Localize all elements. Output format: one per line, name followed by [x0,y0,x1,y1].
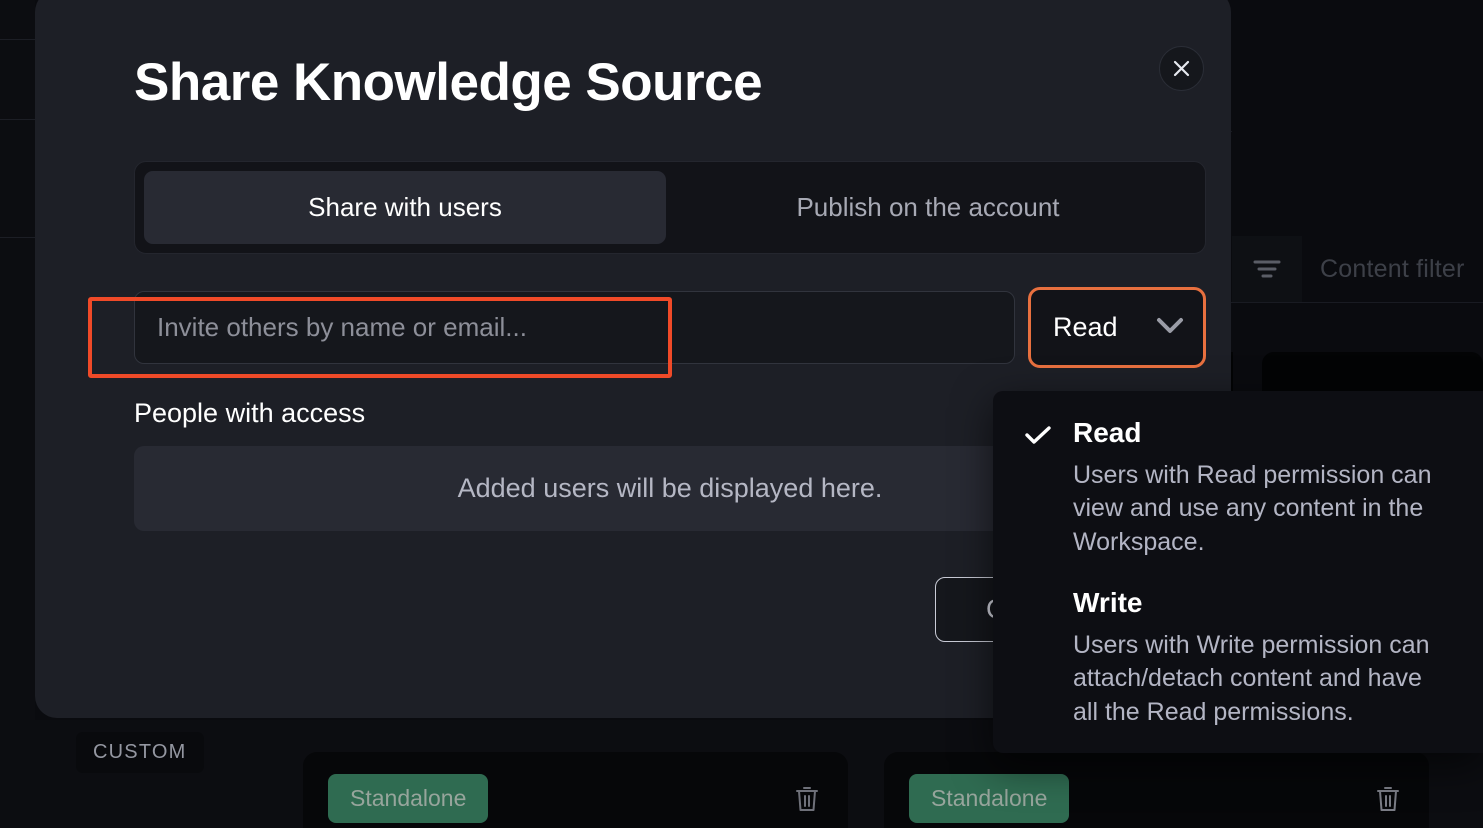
permission-option-name: Read [1073,417,1142,448]
content-card-2[interactable]: Standalone [884,752,1429,828]
standalone-badge: Standalone [909,774,1070,823]
standalone-badge: Standalone [328,774,489,823]
permission-option-name: Write [1073,586,1143,618]
background-card-stub-right [1262,352,1483,392]
close-icon[interactable] [1159,46,1204,91]
custom-badge: CUSTOM [76,732,204,773]
app-root: Content filter CUSTOM Standalone Standal… [0,0,1483,828]
content-filter-toolbar[interactable]: Content filter [1232,236,1483,302]
tab-publish-on-the-account[interactable]: Publish on the account [666,171,1190,244]
invite-input[interactable]: Invite others by name or email... [134,291,1015,364]
tab-share-with-users[interactable]: Share with users [144,171,666,244]
chevron-down-icon [1156,317,1184,339]
content-card-1[interactable]: Standalone [303,752,848,828]
background-left-rail [0,0,35,828]
content-filter-label: Content filter [1320,254,1465,283]
filter-icon[interactable] [1232,236,1302,302]
permission-option-description: Users with Write permission can attach/d… [1073,631,1430,726]
permission-option-description: Users with Read permission can view and … [1073,461,1432,556]
permission-option-write[interactable]: Write Users with Write permission can at… [993,587,1483,729]
check-icon [1025,425,1051,451]
people-empty-message: Added users will be displayed here. [457,473,883,503]
trash-icon[interactable] [1371,782,1405,816]
trash-icon[interactable] [790,782,824,816]
invite-input-placeholder: Invite others by name or email... [157,312,527,342]
permission-dropdown-menu: Read Users with Read permission can view… [993,391,1483,753]
permission-select[interactable]: Read [1028,287,1206,368]
page-title: Share Knowledge Source [134,53,763,112]
permission-select-value: Read [1053,312,1118,342]
background-top-panel [1232,0,1483,132]
people-with-access-label: People with access [134,398,366,428]
permission-option-read[interactable]: Read Users with Read permission can view… [993,417,1483,559]
share-mode-tabs: Share with users Publish on the account [134,161,1206,254]
